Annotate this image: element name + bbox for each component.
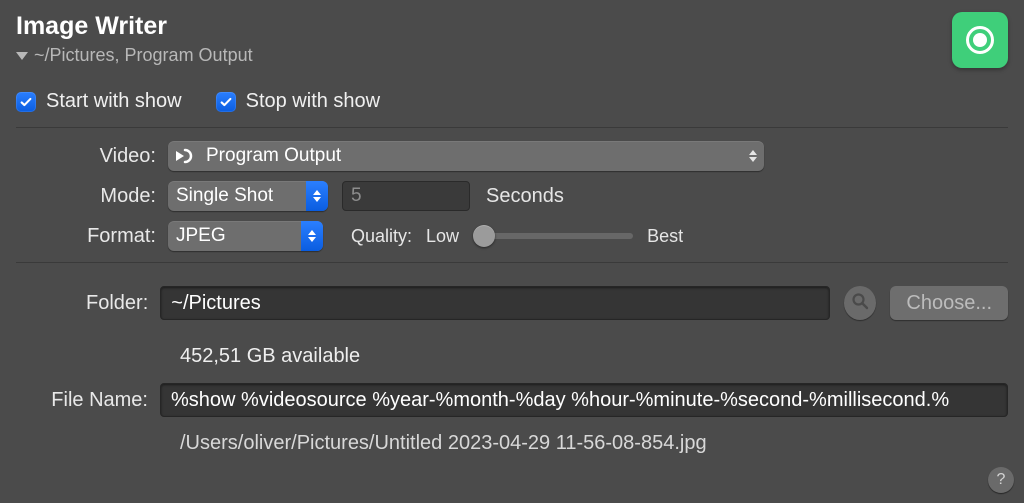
start-with-show-checkbox[interactable]: Start with show: [16, 90, 182, 113]
checkbox-checked-icon: [216, 92, 236, 112]
panel-subtitle: ~/Pictures, Program Output: [34, 45, 253, 66]
video-source-icon: [176, 148, 198, 164]
record-icon: [966, 26, 994, 54]
choose-button[interactable]: Choose...: [890, 286, 1008, 320]
filename-field[interactable]: %show %videosource %year-%month-%day %ho…: [160, 383, 1008, 417]
filename-value: %show %videosource %year-%month-%day %ho…: [171, 389, 949, 412]
interval-field[interactable]: 5: [342, 181, 470, 211]
folder-value: ~/Pictures: [171, 292, 260, 315]
chevron-down-icon: [16, 52, 28, 60]
interval-value: 5: [351, 185, 362, 207]
mode-select[interactable]: Single Shot: [168, 181, 328, 211]
slider-thumb[interactable]: [473, 225, 495, 247]
filename-label: File Name:: [16, 389, 160, 412]
available-space: 452,51 GB available: [180, 345, 1008, 368]
format-select[interactable]: JPEG: [168, 221, 323, 251]
mode-label: Mode:: [16, 185, 168, 208]
checkbox-checked-icon: [16, 92, 36, 112]
start-with-show-label: Start with show: [46, 90, 182, 113]
video-select-value: Program Output: [206, 145, 341, 167]
divider: [16, 262, 1008, 263]
disclosure-row[interactable]: ~/Pictures, Program Output: [16, 45, 253, 66]
filename-preview: /Users/oliver/Pictures/Untitled 2023-04-…: [180, 432, 1008, 455]
seconds-label: Seconds: [486, 185, 564, 208]
panel-title: Image Writer: [16, 12, 253, 41]
video-label: Video:: [16, 145, 168, 168]
reveal-button[interactable]: [844, 286, 876, 320]
choose-label: Choose...: [906, 292, 992, 315]
magnifier-icon: [851, 292, 869, 315]
video-select[interactable]: Program Output: [168, 141, 764, 171]
quality-low-label: Low: [426, 226, 459, 247]
help-button[interactable]: ?: [988, 467, 1014, 493]
status-indicator[interactable]: [952, 12, 1008, 68]
quality-label: Quality:: [351, 226, 412, 247]
folder-field[interactable]: ~/Pictures: [160, 286, 830, 320]
stop-with-show-label: Stop with show: [246, 90, 381, 113]
format-label: Format:: [16, 225, 168, 248]
divider: [16, 127, 1008, 128]
mode-select-value: Single Shot: [176, 185, 273, 207]
quality-best-label: Best: [647, 226, 683, 247]
folder-label: Folder:: [16, 292, 160, 315]
help-icon: ?: [997, 471, 1006, 489]
quality-slider[interactable]: [473, 233, 633, 239]
stop-with-show-checkbox[interactable]: Stop with show: [216, 90, 381, 113]
format-select-value: JPEG: [176, 225, 226, 247]
